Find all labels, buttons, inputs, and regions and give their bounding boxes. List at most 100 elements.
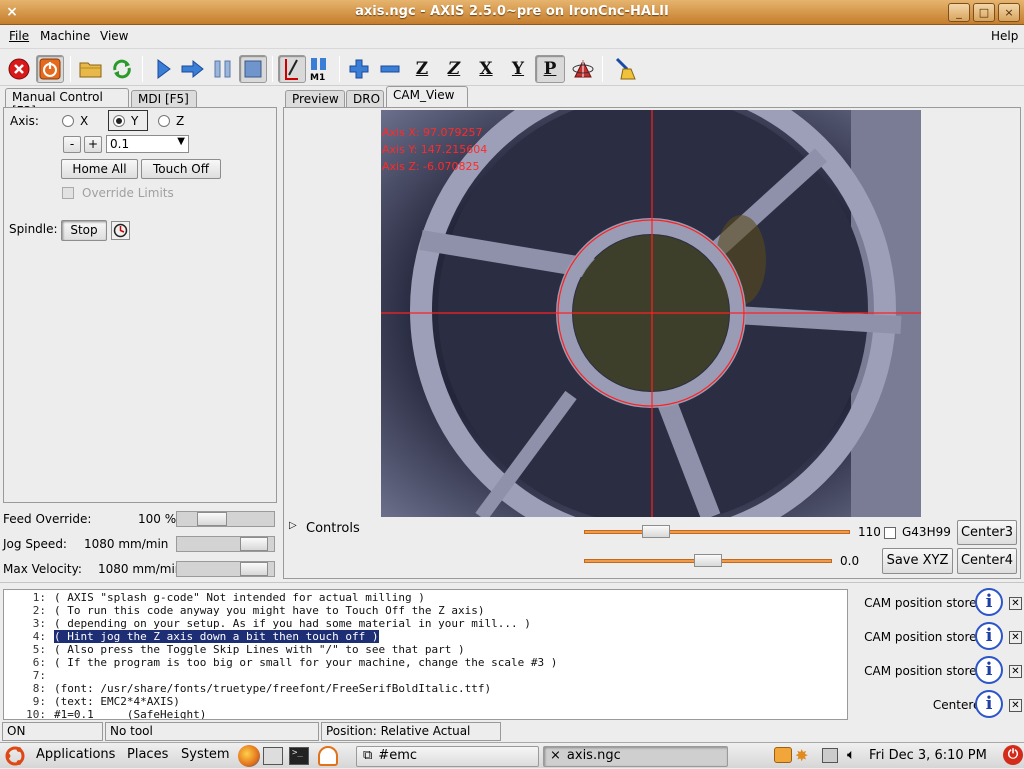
stop-button[interactable] [239, 55, 267, 83]
view-z-button[interactable]: Z [407, 55, 437, 83]
menu-view[interactable]: View [100, 29, 128, 43]
gcode-line[interactable]: 4: ( Hint jog the Z axis down a bit then … [4, 630, 847, 643]
view-y-button[interactable]: Y [503, 55, 533, 83]
shutdown-icon[interactable]: ⏻ [1003, 745, 1023, 765]
g43h99-checkbox[interactable] [884, 527, 896, 539]
task-emc[interactable]: ⧉ #emc [356, 746, 539, 767]
minimize-button[interactable]: _ [948, 3, 970, 22]
updates-icon[interactable]: ✸ [795, 747, 813, 765]
cam-slider-1[interactable] [584, 525, 850, 538]
spindle-stop-button[interactable]: Stop [61, 220, 107, 241]
gcode-line[interactable]: 1: ( AXIS "splash g-code" Not intended fo… [4, 591, 847, 604]
close-button[interactable]: × [998, 3, 1020, 22]
clear-plot-button[interactable] [611, 55, 639, 83]
tab-manual-control[interactable]: Manual Control [F3] [5, 88, 129, 118]
gcode-listing[interactable]: 1: ( AXIS "splash g-code" Not intended fo… [3, 589, 848, 720]
terminal-icon[interactable]: >_ [289, 747, 309, 765]
view-p-button[interactable]: P [535, 55, 565, 83]
manual-control-panel: Axis: X Y Z - + 0.1 ▼ Home All Touch Off… [3, 107, 277, 503]
chat-icon[interactable] [774, 747, 792, 763]
menu-help[interactable]: Help [991, 29, 1018, 43]
jog-plus-button[interactable]: + [84, 136, 102, 153]
places-menu[interactable]: Places [127, 747, 168, 762]
dismiss-notification-button[interactable]: ✕ [1009, 631, 1022, 644]
pause-button[interactable] [209, 55, 237, 83]
launcher-icon[interactable] [318, 746, 338, 766]
view-x-button[interactable]: X [471, 55, 501, 83]
zoom-in-button[interactable] [345, 55, 373, 83]
center3-button[interactable]: Center3 [957, 520, 1017, 545]
jog-minus-button[interactable]: - [63, 136, 81, 153]
menu-machine[interactable]: Machine [40, 29, 90, 43]
view-rotated-z-button[interactable]: Z [439, 55, 469, 83]
view-p-icon: P [543, 59, 557, 79]
volume-icon[interactable]: 🔈︎ [847, 747, 855, 763]
optional-stop-toggle[interactable]: M1 [306, 55, 334, 83]
axis-x-radio[interactable]: X [62, 114, 88, 128]
clock[interactable]: Fri Dec 3, 6:10 PM [869, 748, 987, 763]
menu-file[interactable]: File [9, 29, 29, 43]
axis-x-label: X [80, 114, 89, 128]
override-limits-checkbox[interactable] [62, 187, 74, 199]
slider-thumb[interactable] [240, 562, 268, 576]
menu-file-label: File [9, 29, 30, 43]
max-velocity-slider[interactable] [176, 561, 275, 577]
task-emc-label: #emc [378, 748, 417, 763]
gcode-line[interactable]: 10: #1=0.1 (SafeHeight) [4, 708, 847, 719]
reload-button[interactable] [108, 55, 136, 83]
spindle-brake-button[interactable] [111, 221, 130, 240]
axis-z-radio[interactable]: Z [158, 114, 184, 128]
chevron-down-icon: ▼ [177, 136, 185, 147]
gcode-line-text: (font: /usr/share/fonts/truetype/freefon… [54, 682, 492, 695]
skip-lines-toggle[interactable] [278, 55, 306, 83]
toolbar-separator [142, 56, 143, 82]
open-button[interactable] [77, 55, 105, 83]
dismiss-notification-button[interactable]: ✕ [1009, 665, 1022, 678]
cam-slider-1-value: 110 [858, 525, 881, 539]
view-y-icon: Y [511, 59, 525, 79]
slider-thumb[interactable] [240, 537, 268, 551]
dismiss-notification-button[interactable]: ✕ [1009, 597, 1022, 610]
cam-slider-2[interactable] [584, 554, 832, 567]
machine-power-button[interactable] [36, 55, 64, 83]
slider-thumb[interactable] [694, 554, 722, 567]
gcode-line[interactable]: 7: [4, 669, 847, 682]
gcode-line[interactable]: 5: ( Also press the Toggle Skip Lines wit… [4, 643, 847, 656]
gcode-line[interactable]: 2: ( To run this code anyway you might ha… [4, 604, 847, 617]
increment-select[interactable]: 0.1 ▼ [106, 135, 189, 153]
controls-expander-icon[interactable]: ▷ [289, 520, 297, 531]
gcode-line-number: 4: [32, 630, 46, 643]
axis-y-radio[interactable]: Y [108, 110, 148, 131]
pane-divider[interactable] [0, 582, 1024, 586]
gcode-line[interactable]: 9: (text: EMC2*4*AXIS) [4, 695, 847, 708]
system-menu[interactable]: System [181, 747, 229, 762]
feed-override-slider[interactable] [176, 511, 275, 527]
view-rotated-z-icon: Z [447, 59, 461, 79]
files-icon[interactable] [263, 747, 283, 765]
estop-button[interactable] [5, 55, 33, 83]
applications-menu[interactable]: Applications [36, 747, 115, 762]
maximize-button[interactable]: □ [973, 3, 995, 22]
tab-cam-view[interactable]: CAM_View [386, 86, 468, 107]
step-button[interactable] [179, 55, 207, 83]
slider-thumb[interactable] [642, 525, 670, 538]
gcode-line[interactable]: 6: ( If the program is too big or small f… [4, 656, 847, 669]
network-icon[interactable] [822, 748, 838, 763]
rotate-view-button[interactable] [569, 55, 597, 83]
run-button[interactable] [149, 55, 177, 83]
task-axis[interactable]: ⨯ axis.ngc [543, 746, 728, 767]
max-velocity-value: 1080 mm/min [98, 562, 183, 576]
gcode-line[interactable]: 3: ( depending on your setup. As if you h… [4, 617, 847, 630]
slider-thumb[interactable] [197, 512, 227, 526]
center4-button[interactable]: Center4 [957, 548, 1017, 574]
zoom-out-button[interactable] [376, 55, 404, 83]
menu-bar: File Machine View Help [0, 25, 1024, 49]
dismiss-notification-button[interactable]: ✕ [1009, 699, 1022, 712]
touch-off-button[interactable]: Touch Off [141, 159, 221, 179]
save-xyz-button[interactable]: Save XYZ [882, 548, 953, 574]
firefox-icon[interactable] [238, 745, 260, 767]
home-all-button[interactable]: Home All [61, 159, 138, 179]
jog-speed-slider[interactable] [176, 536, 275, 552]
gcode-line[interactable]: 8: (font: /usr/share/fonts/truetype/freef… [4, 682, 847, 695]
controls-label[interactable]: Controls [306, 521, 360, 536]
